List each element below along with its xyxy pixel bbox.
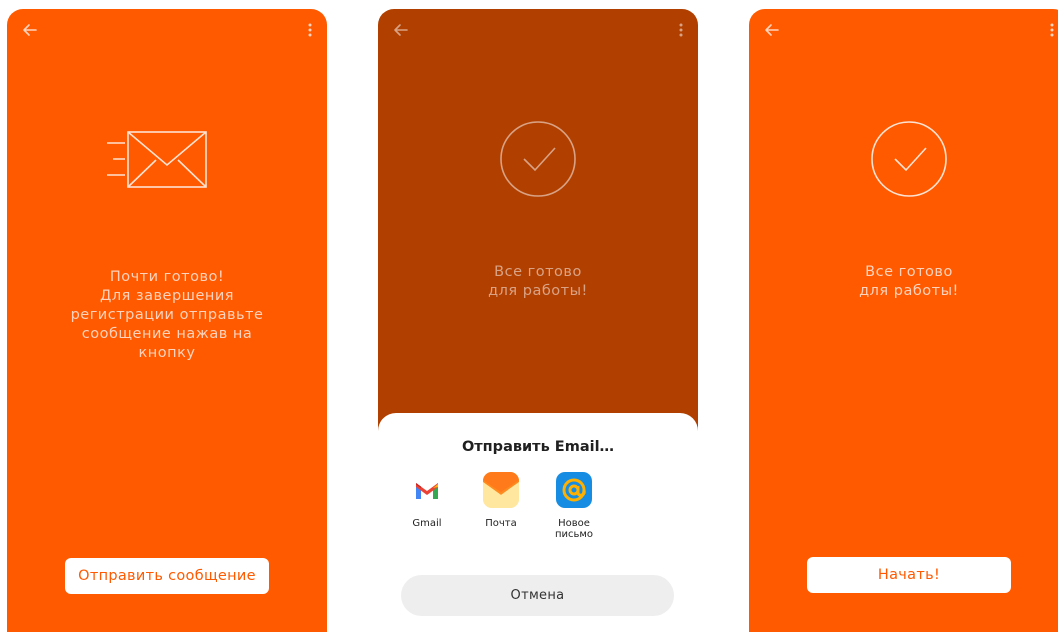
- app-new-letter[interactable]: Новое письмо: [544, 472, 604, 540]
- screen-almost-done: Почти готово! Для завершения регистрации…: [7, 9, 327, 632]
- back-arrow-icon[interactable]: [21, 21, 39, 39]
- more-vert-icon[interactable]: [678, 21, 684, 39]
- back-arrow-icon[interactable]: [392, 21, 410, 39]
- check-circle-icon: [500, 121, 576, 197]
- more-vert-icon[interactable]: [307, 21, 313, 39]
- screen-all-done: Все готово для работы! Начать!: [749, 9, 1058, 632]
- check-circle-icon: [871, 121, 947, 197]
- app-gmail[interactable]: Gmail: [397, 472, 457, 529]
- sheet-title: Отправить Email…: [461, 439, 615, 455]
- mail-app-icon: [483, 472, 519, 508]
- more-vert-icon[interactable]: [1049, 21, 1055, 39]
- screen-share-sheet: Все готово для работы! Отправить Email… …: [378, 9, 698, 632]
- app-label: Почта: [485, 518, 517, 529]
- cancel-button[interactable]: Отмена: [401, 575, 674, 616]
- app-label: Gmail: [412, 518, 442, 529]
- app-mail[interactable]: Почта: [471, 472, 531, 529]
- back-arrow-icon[interactable]: [763, 21, 781, 39]
- message-text: Все готово для работы!: [488, 264, 588, 299]
- message-text: Все готово для работы!: [859, 264, 959, 299]
- share-sheet: Отправить Email… Gmail Почта Новое письм…: [378, 413, 698, 632]
- gmail-icon: [409, 472, 445, 508]
- mail-send-icon: [107, 131, 207, 188]
- mailru-icon: [556, 472, 592, 508]
- message-text: Почти готово! Для завершения регистрации…: [70, 269, 264, 361]
- app-label: Новое письмо: [554, 518, 594, 540]
- start-button[interactable]: Начать!: [807, 557, 1011, 593]
- send-message-button[interactable]: Отправить сообщение: [65, 558, 269, 594]
